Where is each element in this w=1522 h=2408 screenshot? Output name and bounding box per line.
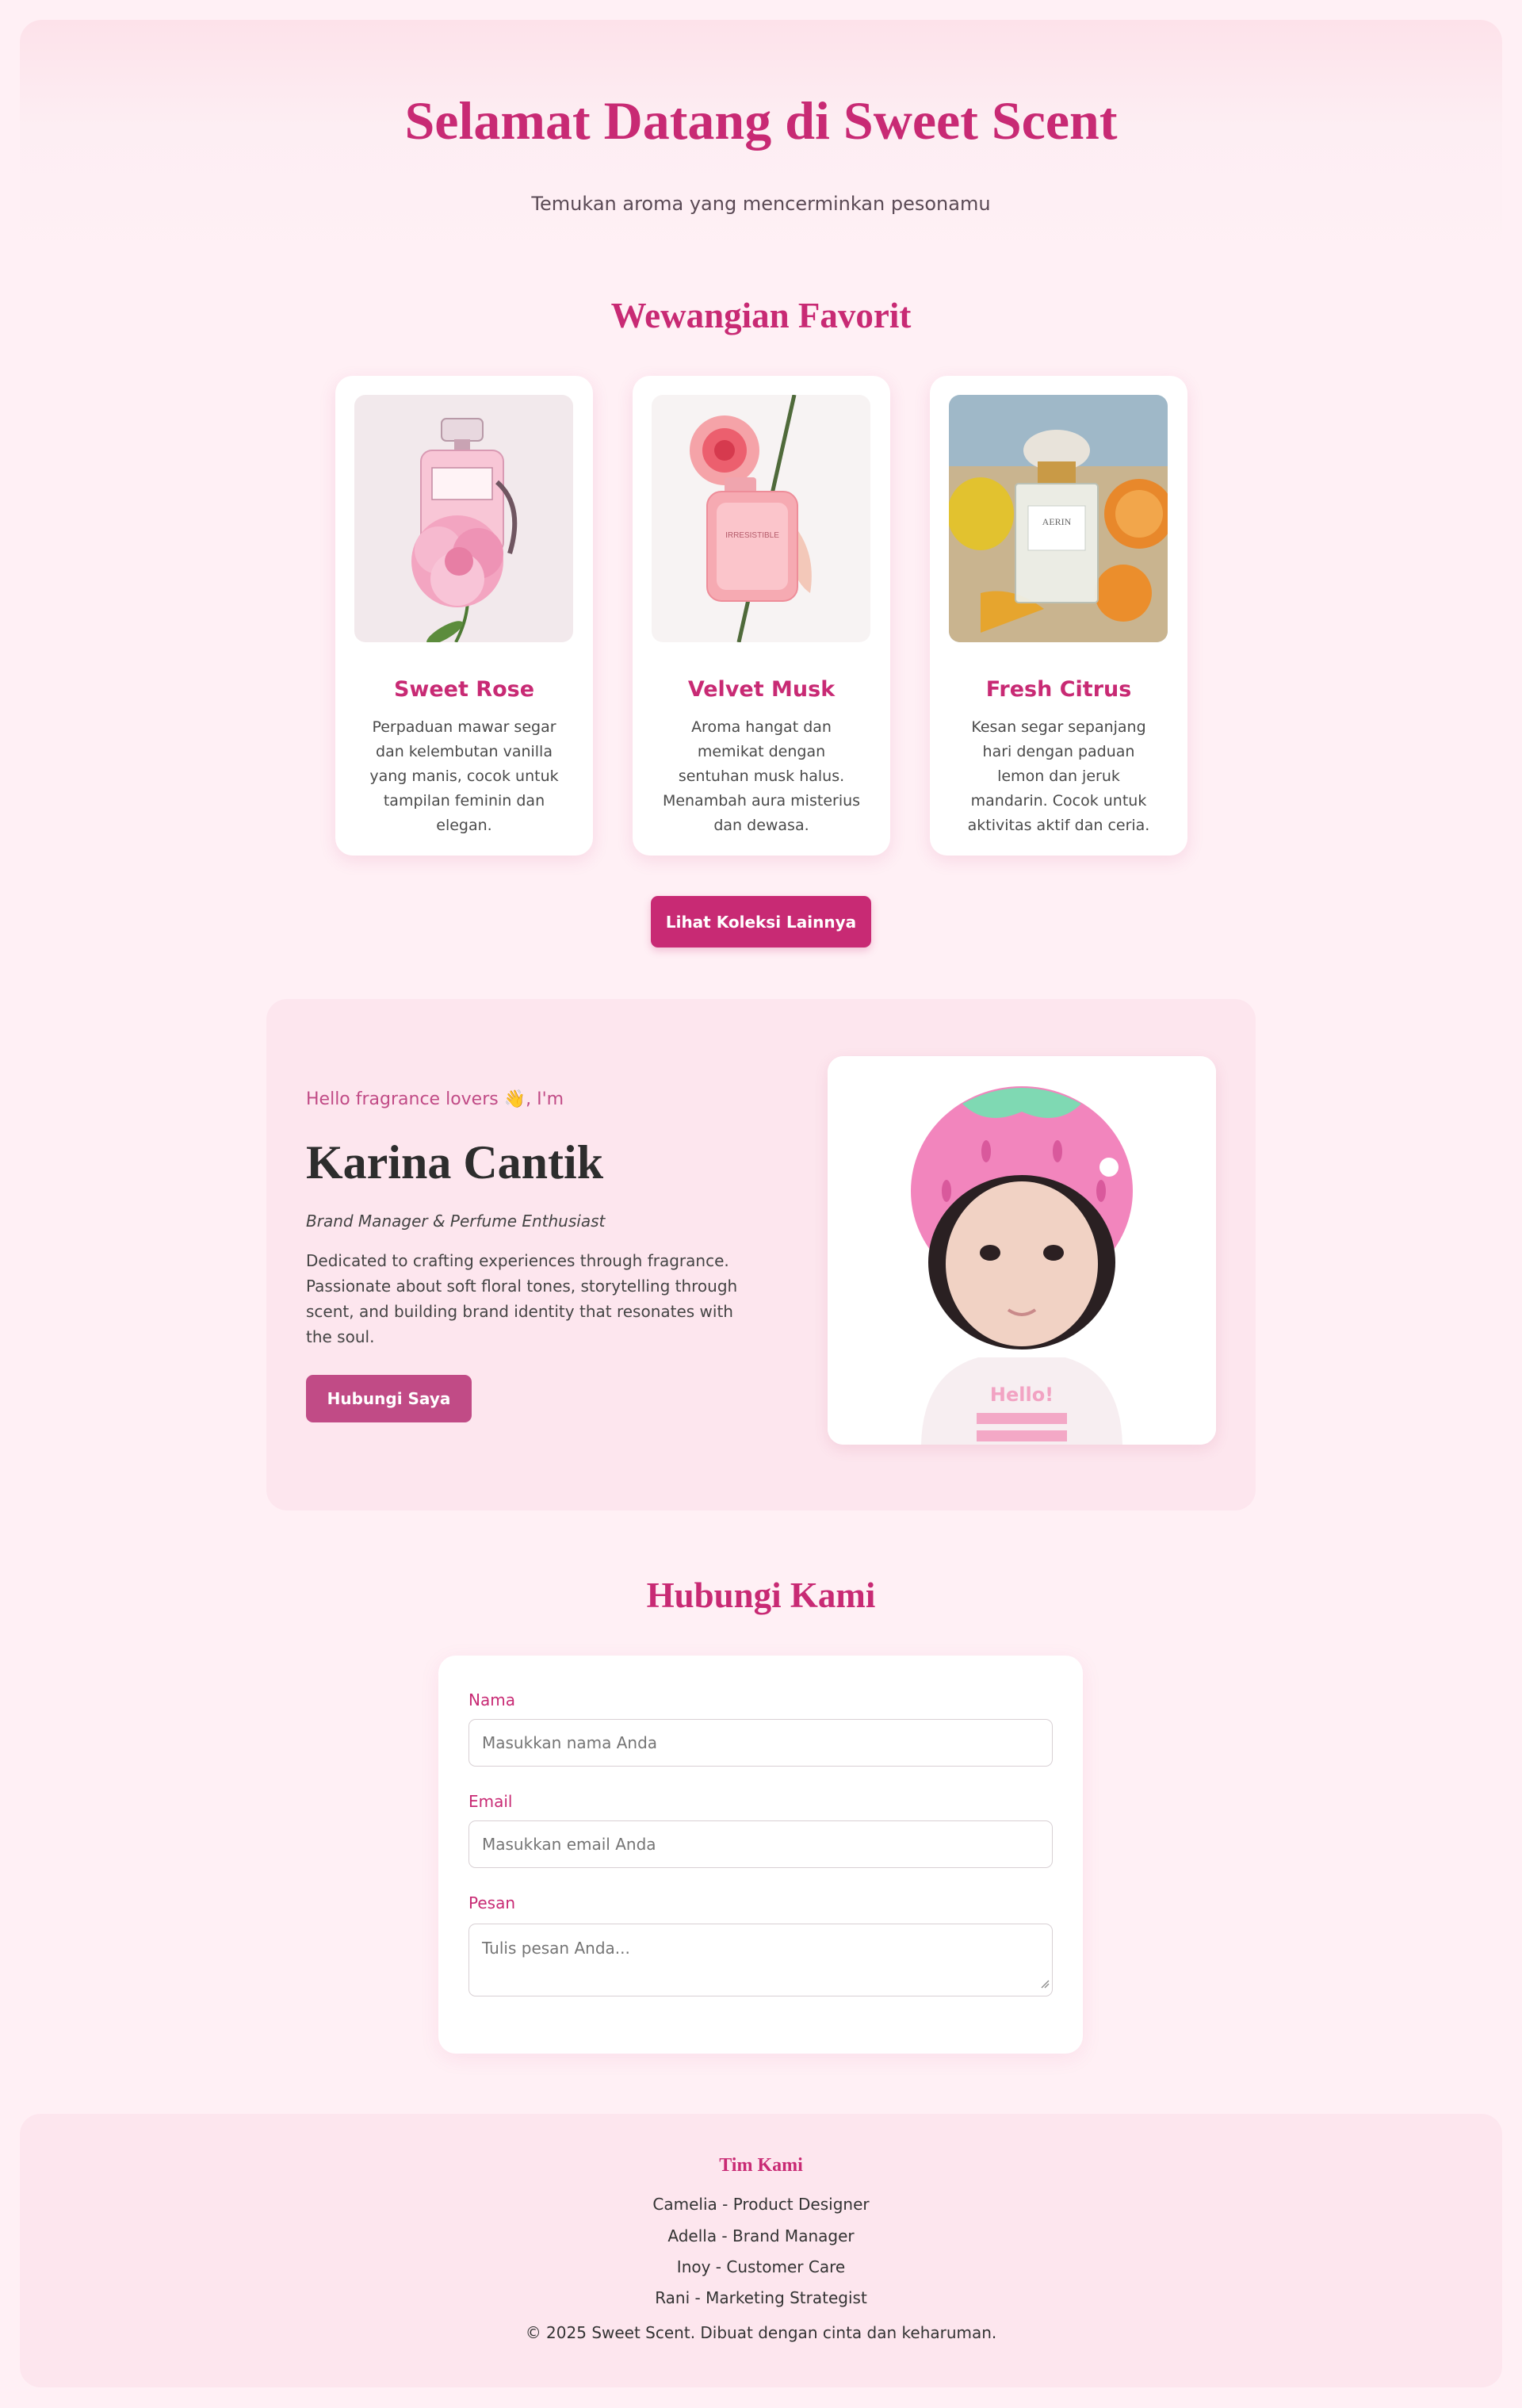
footer: Tim Kami Camelia - Product Designer Adel… <box>20 2114 1502 2387</box>
product-name: Velvet Musk <box>687 677 836 702</box>
product-card-fresh-citrus[interactable]: AERIN Fresh Citrus Kesan segar sepanjang… <box>930 376 1187 856</box>
contact-me-button[interactable]: Hubungi Saya <box>306 1375 472 1422</box>
message-textarea[interactable] <box>468 1924 1053 1996</box>
page-title: Selamat Datang di Sweet Scent <box>404 90 1118 151</box>
hero-subtitle: Temukan aroma yang mencerminkan pesonamu <box>531 193 991 215</box>
copyright: © 2025 Sweet Scent. Dibuat dengan cinta … <box>525 2323 997 2342</box>
svg-text:IRRESISTIBLE: IRRESISTIBLE <box>725 531 779 540</box>
profile-role: Brand Manager & Perfume Enthusiast <box>306 1212 606 1231</box>
product-card-velvet-musk[interactable]: IRRESISTIBLE Velvet Musk Aroma hangat da… <box>633 376 890 856</box>
velvet-musk-image: IRRESISTIBLE <box>652 395 870 642</box>
svg-text:Hello!: Hello! <box>990 1384 1054 1406</box>
team-title: Tim Kami <box>719 2155 803 2176</box>
svg-text:AERIN: AERIN <box>1042 516 1072 527</box>
name-input[interactable] <box>468 1719 1053 1767</box>
message-label: Pesan <box>468 1893 516 1912</box>
team-member: Rani - Marketing Strategist <box>655 2288 867 2307</box>
resize-handle-icon[interactable] <box>1040 1979 1050 1989</box>
more-collection-button[interactable]: Lihat Koleksi Lainnya <box>651 896 871 948</box>
product-card-sweet-rose[interactable]: Sweet Rose Perpaduan mawar segar dan kel… <box>335 376 593 856</box>
product-description: Perpaduan mawar segar dan kelembutan van… <box>369 718 559 834</box>
profile-section: Hello fragrance lovers 👋, I'm Karina Can… <box>266 999 1256 1510</box>
profile-greeting: Hello fragrance lovers 👋, I'm <box>306 1089 564 1109</box>
email-label: Email <box>468 1792 513 1811</box>
hero-banner: Selamat Datang di Sweet Scent Temukan ar… <box>20 20 1502 258</box>
contact-title: Hubungi Kami <box>646 1575 876 1615</box>
sweet-rose-image <box>354 395 573 642</box>
team-member: Camelia - Product Designer <box>652 2195 870 2214</box>
product-description: Kesan segar sepanjang hari dengan paduan… <box>967 718 1150 834</box>
email-input[interactable] <box>468 1820 1053 1868</box>
contact-form: Nama Email Pesan <box>438 1656 1083 2054</box>
product-name: Fresh Citrus <box>985 677 1132 702</box>
profile-photo: Hello! <box>828 1056 1216 1445</box>
name-label: Nama <box>468 1690 515 1709</box>
fresh-citrus-image: AERIN <box>949 395 1168 642</box>
product-description: Aroma hangat dan memikat dengan sentuhan… <box>662 718 861 834</box>
product-name: Sweet Rose <box>393 677 535 702</box>
profile-name: Karina Cantik <box>306 1136 604 1189</box>
profile-bio: Dedicated to crafting experiences throug… <box>306 1251 738 1346</box>
team-member: Adella - Brand Manager <box>667 2226 855 2245</box>
team-member: Inoy - Customer Care <box>676 2257 846 2276</box>
favorites-title: Wewangian Favorit <box>610 296 912 335</box>
